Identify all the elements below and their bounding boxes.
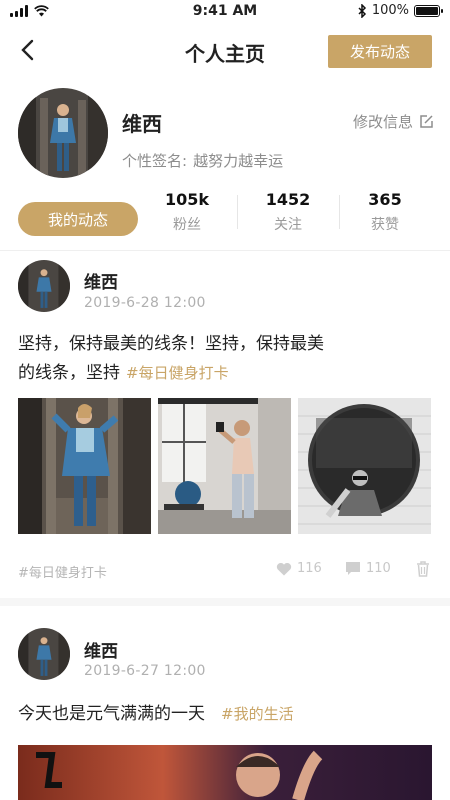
stat-value: 105k — [164, 190, 210, 209]
post-text-line: 的线条，坚持 — [18, 363, 120, 383]
publish-post-button[interactable]: 发布动态 — [328, 35, 432, 68]
post-author-avatar[interactable] — [18, 628, 70, 680]
photo-image — [18, 745, 432, 800]
photo-image — [18, 398, 151, 534]
post-author-avatar[interactable] — [18, 260, 70, 312]
avatar-photo — [18, 628, 70, 680]
avatar-photo — [18, 88, 108, 178]
stat-label: 粉丝 — [173, 217, 201, 233]
trash-icon — [417, 561, 429, 577]
post-text: 坚持，保持最美的线条！坚持，保持最美 的线条，坚持 #每日健身打卡 — [18, 330, 398, 388]
heart-icon — [276, 562, 292, 575]
post-photo[interactable] — [18, 398, 151, 534]
post-author-name: 维西 — [84, 273, 118, 293]
post-text-line-2: 的线条，坚持 #每日健身打卡 — [18, 359, 398, 388]
status-bar: 9:41 AM 100% — [0, 0, 450, 24]
bluetooth-icon — [358, 3, 366, 18]
signature: 个性签名: 越努力越幸运 — [122, 150, 283, 171]
stat-label: 关注 — [274, 217, 302, 233]
comment-count: 110 — [366, 561, 391, 576]
status-right: 100% — [358, 3, 443, 18]
delete-button[interactable] — [416, 561, 430, 577]
stat-value: 365 — [368, 190, 402, 209]
post-author-name: 维西 — [84, 642, 118, 662]
edit-profile-label: 修改信息 — [352, 113, 413, 131]
stat-likes[interactable]: 365 获赞 — [340, 190, 430, 234]
post-photo[interactable] — [158, 398, 291, 534]
photo-image — [158, 398, 291, 534]
profile-avatar[interactable] — [18, 88, 108, 178]
comment-button[interactable]: 110 — [345, 561, 391, 576]
battery-percent: 100% — [371, 3, 409, 18]
section-divider — [0, 598, 450, 606]
stat-label: 获赞 — [371, 217, 399, 233]
divider — [0, 250, 450, 251]
stat-value: 1452 — [265, 190, 311, 209]
profile-name: 维西 — [122, 112, 162, 136]
post-text-line: 今天也是元气满满的一天 — [18, 704, 205, 724]
post-tag[interactable]: #每日健身打卡 — [126, 364, 229, 382]
post-text: 今天也是元气满满的一天 #我的生活 — [18, 700, 398, 729]
post-photo[interactable] — [298, 398, 431, 534]
my-posts-button[interactable]: 我的动态 — [18, 202, 138, 236]
post-date: 2019-6-28 12:00 — [84, 295, 206, 311]
edit-icon — [420, 115, 433, 128]
battery-fill — [416, 6, 438, 15]
avatar-photo — [18, 260, 70, 312]
post-text-line: 坚持，保持最美的线条！坚持，保持最美 — [18, 334, 324, 354]
post-date: 2019-6-27 12:00 — [84, 663, 206, 679]
like-button[interactable]: 116 — [276, 561, 322, 576]
nav-bar: 个人主页 发布动态 — [0, 24, 450, 78]
stat-divider — [237, 195, 238, 229]
stat-following[interactable]: 1452 关注 — [243, 190, 333, 234]
edit-profile-button[interactable]: 修改信息 — [353, 111, 434, 132]
post-photo[interactable] — [18, 745, 432, 800]
signature-label: 个性签名: — [122, 152, 188, 170]
post-footer-tag[interactable]: #每日健身打卡 — [18, 562, 107, 581]
comment-icon — [346, 562, 360, 575]
signature-text: 越努力越幸运 — [193, 152, 284, 170]
photo-image — [298, 398, 431, 534]
battery-icon — [414, 4, 443, 17]
stat-followers[interactable]: 105k 粉丝 — [142, 190, 232, 234]
post-tag[interactable]: #我的生活 — [221, 705, 294, 723]
like-count: 116 — [297, 561, 322, 576]
